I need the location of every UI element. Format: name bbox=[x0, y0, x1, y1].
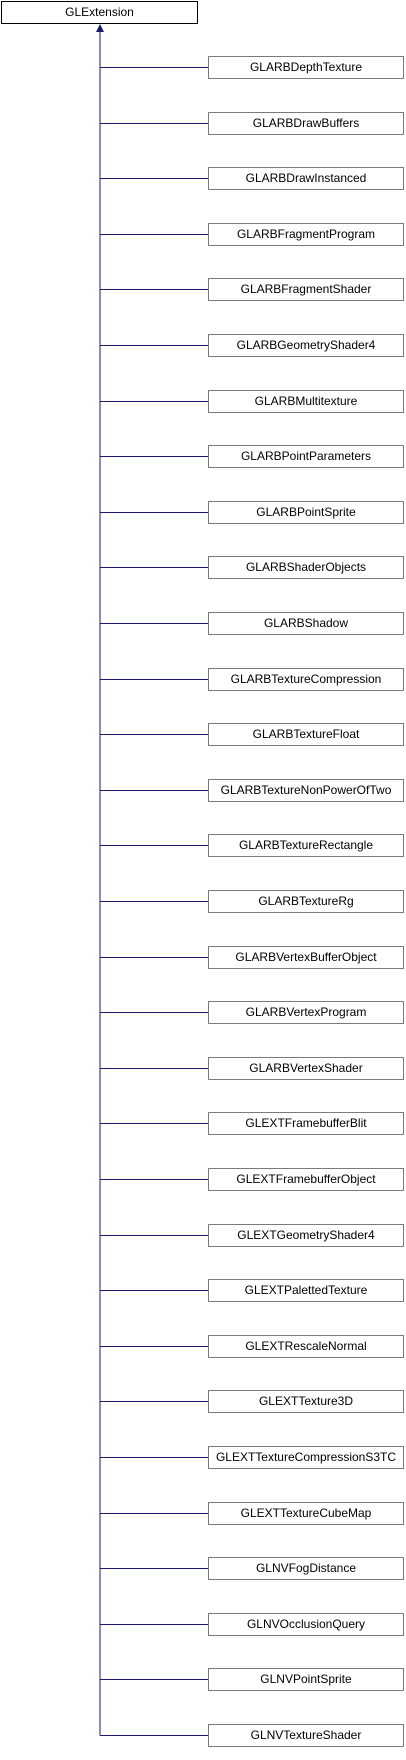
derived-class-label: GLARBVertexBufferObject bbox=[235, 950, 377, 964]
derived-class-label: GLARBDrawBuffers bbox=[252, 116, 360, 130]
inheritance-edges bbox=[96, 24, 208, 1736]
derived-class-node[interactable]: GLARBVertexShader bbox=[208, 1057, 404, 1080]
derived-class-label: GLEXTGeometryShader4 bbox=[237, 1228, 375, 1242]
derived-class-label: GLARBVertexShader bbox=[249, 1061, 363, 1075]
derived-class-node[interactable]: GLEXTTextureCubeMap bbox=[208, 1502, 404, 1525]
derived-class-node[interactable]: GLEXTPalettedTexture bbox=[208, 1279, 404, 1302]
derived-class-label: GLEXTTextureCubeMap bbox=[240, 1506, 372, 1520]
derived-class-label: GLARBTextureRectangle bbox=[238, 838, 374, 852]
derived-class-node[interactable]: GLARBDepthTexture bbox=[208, 56, 404, 79]
derived-class-label: GLARBShaderObjects bbox=[245, 560, 367, 574]
inheritance-arrowhead bbox=[96, 24, 104, 32]
derived-class-node[interactable]: GLEXTRescaleNormal bbox=[208, 1335, 404, 1358]
derived-class-node[interactable]: GLARBTextureRectangle bbox=[208, 834, 404, 857]
base-class-node[interactable]: GLExtension bbox=[1, 1, 198, 24]
derived-class-label: GLARBPointSprite bbox=[256, 505, 356, 519]
derived-class-node[interactable]: GLARBDrawBuffers bbox=[208, 112, 404, 135]
derived-class-label: GLARBGeometryShader4 bbox=[236, 338, 376, 352]
derived-class-node[interactable]: GLARBShadow bbox=[208, 612, 404, 635]
derived-class-node[interactable]: GLARBShaderObjects bbox=[208, 556, 404, 579]
base-class-label: GLExtension bbox=[65, 5, 134, 19]
derived-class-label: GLEXTTexture3D bbox=[258, 1394, 354, 1408]
derived-class-node[interactable]: GLEXTTextureCompressionS3TC bbox=[208, 1446, 404, 1469]
derived-class-node[interactable]: GLNVTextureShader bbox=[208, 1724, 404, 1747]
derived-class-label: GLARBDrawInstanced bbox=[245, 171, 367, 185]
derived-class-label: GLNVFogDistance bbox=[255, 1561, 357, 1575]
derived-class-node[interactable]: GLEXTFramebufferBlit bbox=[208, 1112, 404, 1135]
derived-class-label: GLNVOcclusionQuery bbox=[246, 1617, 366, 1631]
derived-class-label: GLARBPointParameters bbox=[240, 449, 372, 463]
derived-class-node[interactable]: GLARBTextureCompression bbox=[208, 668, 404, 691]
derived-class-label: GLARBFragmentShader bbox=[240, 282, 372, 296]
derived-class-label: GLARBTextureRg bbox=[258, 894, 354, 908]
derived-class-node[interactable]: GLNVFogDistance bbox=[208, 1557, 404, 1580]
derived-class-node[interactable]: GLARBPointSprite bbox=[208, 501, 404, 524]
derived-class-label: GLEXTTextureCompressionS3TC bbox=[215, 1450, 397, 1464]
derived-class-label: GLNVPointSprite bbox=[260, 1672, 352, 1686]
derived-class-label: GLARBTextureCompression bbox=[230, 672, 382, 686]
derived-class-node[interactable]: GLNVOcclusionQuery bbox=[208, 1613, 404, 1636]
derived-class-node[interactable]: GLARBGeometryShader4 bbox=[208, 334, 404, 357]
derived-class-node[interactable]: GLNVPointSprite bbox=[208, 1668, 404, 1691]
derived-class-node[interactable]: GLARBVertexProgram bbox=[208, 1001, 404, 1024]
derived-class-node[interactable]: GLARBTextureFloat bbox=[208, 723, 404, 746]
derived-class-label: GLARBTextureFloat bbox=[252, 727, 360, 741]
derived-class-node[interactable]: GLARBFragmentShader bbox=[208, 278, 404, 301]
inheritance-diagram: GLExtension GLARBDepthTexture GLARBDrawBu… bbox=[0, 0, 406, 1760]
derived-class-node[interactable]: GLARBFragmentProgram bbox=[208, 223, 404, 246]
derived-class-label: GLEXTRescaleNormal bbox=[245, 1339, 367, 1353]
derived-class-node[interactable]: GLARBDrawInstanced bbox=[208, 167, 404, 190]
derived-class-label: GLEXTPalettedTexture bbox=[244, 1283, 368, 1297]
derived-class-label: GLARBVertexProgram bbox=[245, 1005, 367, 1019]
derived-class-label: GLEXTFramebufferBlit bbox=[245, 1116, 367, 1130]
derived-class-node[interactable]: GLARBMultitexture bbox=[208, 390, 404, 413]
derived-class-node[interactable]: GLEXTTexture3D bbox=[208, 1390, 404, 1413]
derived-class-node[interactable]: GLARBTextureRg bbox=[208, 890, 404, 913]
derived-class-label: GLARBMultitexture bbox=[254, 394, 358, 408]
derived-class-label: GLARBShadow bbox=[263, 616, 349, 630]
derived-class-label: GLARBFragmentProgram bbox=[236, 227, 376, 241]
derived-class-node[interactable]: GLEXTFramebufferObject bbox=[208, 1168, 404, 1191]
derived-class-node[interactable]: GLEXTGeometryShader4 bbox=[208, 1224, 404, 1247]
derived-class-label: GLEXTFramebufferObject bbox=[236, 1172, 376, 1186]
derived-class-label: GLARBDepthTexture bbox=[249, 60, 363, 74]
derived-class-node[interactable]: GLARBPointParameters bbox=[208, 445, 404, 468]
derived-class-node[interactable]: GLARBTextureNonPowerOfTwo bbox=[208, 779, 404, 802]
derived-class-node[interactable]: GLARBVertexBufferObject bbox=[208, 946, 404, 969]
derived-class-label: GLNVTextureShader bbox=[250, 1728, 362, 1742]
derived-class-label: GLARBTextureNonPowerOfTwo bbox=[220, 783, 392, 797]
